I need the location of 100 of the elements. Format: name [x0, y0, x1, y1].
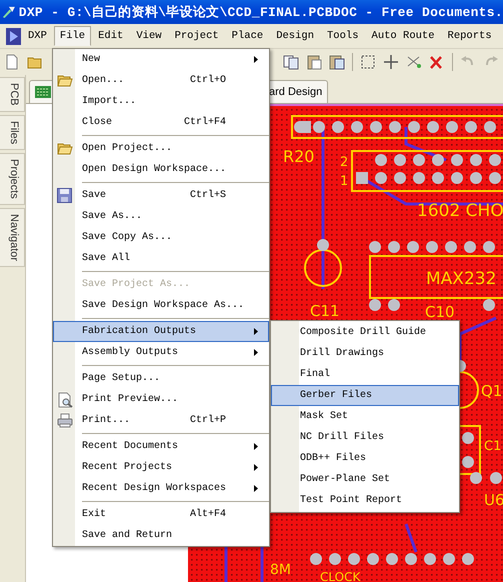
- menu-item[interactable]: Open Project...: [53, 138, 269, 159]
- menu-item[interactable]: Drill Drawings: [271, 343, 459, 364]
- menu-item[interactable]: Print Preview...: [53, 389, 269, 410]
- menu-item[interactable]: Mask Set: [271, 406, 459, 427]
- solder-pad: [451, 154, 463, 166]
- menu-item[interactable]: Save Ctrl+S: [53, 185, 269, 206]
- circuit-board-icon: [35, 86, 51, 98]
- menu-item[interactable]: Close Ctrl+F4: [53, 112, 269, 133]
- pcb-label: 2: [340, 155, 348, 170]
- solder-pad: [470, 172, 482, 184]
- pcb-label: CLOCK: [320, 570, 360, 582]
- pcb-label: 8M: [270, 562, 291, 578]
- solder-pad: [310, 553, 322, 565]
- pcb-label: R20: [283, 147, 314, 166]
- paste-icon[interactable]: [306, 54, 322, 70]
- menu-item[interactable]: Final: [271, 364, 459, 385]
- solder-pad: [356, 172, 368, 184]
- menu-item[interactable]: NC Drill Files: [271, 427, 459, 448]
- solder-pad: [427, 121, 439, 133]
- paste-special-icon[interactable]: [329, 54, 345, 70]
- printer-icon: [57, 413, 73, 428]
- menu-title[interactable]: File: [54, 26, 92, 46]
- pcb-label: C1: [484, 439, 502, 454]
- app-menu-icon[interactable]: [6, 28, 21, 44]
- menu-item[interactable]: Save Design Workspace As...: [53, 295, 269, 316]
- solder-pad: [464, 241, 476, 253]
- solder-pad: [369, 241, 381, 253]
- menu-title[interactable]: Design: [270, 26, 320, 46]
- menu-item[interactable]: Assembly Outputs: [53, 342, 269, 363]
- menu-item[interactable]: ODB++ Files: [271, 448, 459, 469]
- menu-title[interactable]: Auto Route: [366, 26, 441, 46]
- select-area-icon[interactable]: [360, 54, 376, 70]
- menu-item[interactable]: Recent Projects: [53, 457, 269, 478]
- solder-pad: [432, 172, 444, 184]
- solder-pad: [446, 121, 458, 133]
- menu-title[interactable]: DXP: [22, 26, 53, 46]
- solder-pad: [445, 241, 457, 253]
- menu-item[interactable]: Recent Documents: [53, 436, 269, 457]
- menu-item[interactable]: Recent Design Workspaces: [53, 478, 269, 499]
- submenu-arrow-icon: [254, 349, 258, 356]
- solder-pad: [408, 121, 420, 133]
- solder-pad: [470, 472, 482, 484]
- menu-item[interactable]: Fabrication Outputs: [53, 321, 269, 342]
- panel-tab[interactable]: Files: [0, 114, 25, 150]
- copper-trace: [404, 127, 447, 162]
- menu-item[interactable]: Composite Drill Guide: [271, 322, 459, 343]
- menu-item[interactable]: Exit Alt+F4: [53, 504, 269, 525]
- panel-tab[interactable]: Navigator: [0, 208, 25, 267]
- menu-item[interactable]: Power-Plane Set: [271, 469, 459, 490]
- submenu-arrow-icon: [254, 56, 258, 63]
- move-icon[interactable]: [383, 54, 399, 70]
- menu-item[interactable]: Save As...: [53, 206, 269, 227]
- menu-title[interactable]: Reports: [442, 26, 498, 46]
- solder-pad: [483, 299, 495, 311]
- solder-pad: [424, 553, 436, 565]
- pcb-label: Q1: [481, 382, 502, 400]
- solder-pad: [413, 154, 425, 166]
- cut-icon[interactable]: [406, 54, 422, 70]
- solder-pad: [313, 121, 325, 133]
- menu-item[interactable]: Test Point Report: [271, 490, 459, 511]
- solder-pad: [299, 121, 311, 133]
- menu-title[interactable]: Place: [226, 26, 270, 46]
- menu-title[interactable]: Tools: [321, 26, 365, 46]
- solder-pad: [462, 432, 474, 444]
- panel-tab[interactable]: Projects: [0, 152, 25, 205]
- solder-pad: [394, 154, 406, 166]
- solder-pad: [367, 553, 379, 565]
- new-document-icon[interactable]: [4, 54, 20, 70]
- menu-item[interactable]: Save and Return: [53, 525, 269, 546]
- menu-title[interactable]: Project: [168, 26, 225, 46]
- menu-title[interactable]: Edit: [92, 26, 130, 46]
- menu-item[interactable]: New: [53, 49, 269, 70]
- menu-item[interactable]: Open Design Workspace...: [53, 159, 269, 180]
- menu-item[interactable]: Page Setup...: [53, 368, 269, 389]
- menu-title[interactable]: View: [130, 26, 168, 46]
- submenu-arrow-icon: [254, 485, 258, 492]
- solder-pad: [375, 154, 387, 166]
- solder-pad: [394, 172, 406, 184]
- print-preview-icon: [57, 392, 73, 408]
- solder-pad: [462, 456, 474, 468]
- solder-pad: [432, 154, 444, 166]
- solder-pad: [413, 172, 425, 184]
- copper-trace: [404, 524, 418, 552]
- solder-pad: [465, 121, 477, 133]
- menu-item[interactable]: Print... Ctrl+P: [53, 410, 269, 431]
- component-outline: [304, 249, 342, 287]
- delete-icon[interactable]: [429, 54, 445, 70]
- solder-pad: [443, 553, 455, 565]
- window-title: DXP - G:\自己的资料\毕设论文\CCD_FINAL.PCBDOC - Free Documents.: [18, 4, 503, 21]
- solder-pad: [470, 154, 482, 166]
- pcb-label: 1602 CHO: [417, 201, 503, 221]
- copy-icon[interactable]: [283, 54, 299, 70]
- solder-pad: [489, 154, 501, 166]
- menu-item[interactable]: Save All: [53, 248, 269, 269]
- menu-item[interactable]: Save Copy As...: [53, 227, 269, 248]
- solder-pad: [426, 241, 438, 253]
- solder-pad: [386, 553, 398, 565]
- panel-tab[interactable]: PCB: [0, 77, 25, 112]
- pcb-label: C11: [310, 302, 340, 320]
- menu-item[interactable]: Gerber Files: [271, 385, 459, 406]
